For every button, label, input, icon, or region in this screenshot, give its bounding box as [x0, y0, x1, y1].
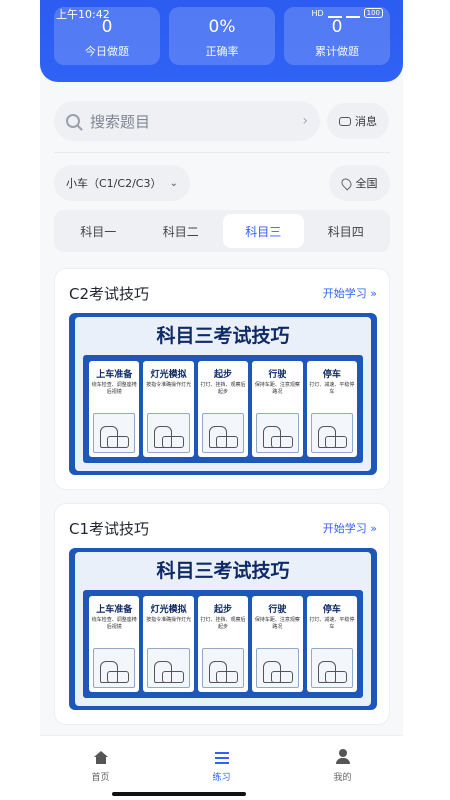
car-type-select[interactable]: 小车（C1/C2/C3） ⌄	[54, 165, 190, 201]
list-icon	[214, 752, 229, 764]
panel-lights: 灯光模拟 按指令准确操作灯光	[143, 596, 194, 692]
panel-start: 起步 打灯、挂挡、观察后起步	[197, 361, 249, 457]
panel-sub: 绕车检查、调整座椅后视镜	[91, 617, 137, 630]
bottom-nav: 首页 练习 我的	[40, 735, 403, 800]
banner-inner: 科目三考试技巧 上车准备 绕车检查、调整座椅后视镜 灯光模拟 按指令准确操作灯光…	[75, 317, 371, 471]
panel-sub: 打灯、减速、平稳停车	[309, 382, 355, 395]
panel-sub: 打灯、挂挡、观察后起步	[200, 617, 246, 630]
panel-head: 停车	[322, 370, 341, 380]
stat-total-label: 累计做题	[315, 45, 359, 58]
search-placeholder: 搜索题目	[90, 112, 151, 131]
panel-head: 灯光模拟	[150, 370, 187, 380]
panel-stop: 停车 打灯、减速、平稳停车	[306, 361, 358, 457]
stat-accuracy-value: 0%	[208, 17, 236, 37]
user-icon	[335, 749, 350, 764]
panel-head: 上车准备	[96, 370, 133, 380]
panel-prepare: 上车准备 绕车检查、调整座椅后视镜	[89, 361, 140, 457]
location-pin-icon	[338, 175, 354, 191]
start-learning-link[interactable]: 开始学习 »	[323, 520, 377, 536]
panel-start: 起步 打灯、挂挡、观察后起步	[197, 596, 249, 692]
home-icon	[93, 751, 108, 764]
panel-head: 上车准备	[96, 605, 133, 615]
driver-illustration	[147, 648, 190, 688]
tips-card-c1: C1考试技巧 开始学习 » 科目三考试技巧 上车准备 绕车检查、调整座椅后视镜 …	[54, 503, 390, 725]
banner-title: 科目三考试技巧	[156, 560, 290, 582]
nav-profile[interactable]: 我的	[282, 736, 403, 800]
home-indicator[interactable]	[112, 792, 246, 796]
stat-accuracy[interactable]: 0% 正确率	[169, 7, 275, 65]
search-input[interactable]: 搜索题目 ›	[54, 101, 320, 141]
panel-head: 起步	[214, 370, 233, 380]
app-screen: 上午10:42 HD 100 0 今日做题 0% 正确率 0 累计做题 搜索题目…	[40, 0, 403, 800]
panel-head: 行驶	[268, 370, 287, 380]
panel-head: 灯光模拟	[150, 605, 187, 615]
car-illustration	[310, 648, 354, 688]
chevron-right-icon: ›	[302, 113, 308, 129]
nav-home-label: 首页	[91, 773, 110, 783]
driver-illustration	[93, 413, 136, 453]
panel-sub: 按指令准确操作灯光	[146, 382, 192, 388]
tab-subject-2[interactable]: 科目二	[141, 214, 222, 248]
panel-sub: 保持车距、注意观察路况	[254, 382, 300, 395]
car-illustration	[201, 648, 245, 688]
car-illustration	[201, 413, 245, 453]
tab-subject-3[interactable]: 科目三	[223, 214, 304, 248]
stat-accuracy-label: 正确率	[205, 45, 239, 58]
tab-subject-4[interactable]: 科目四	[306, 214, 387, 248]
tips-banner[interactable]: 科目三考试技巧 上车准备 绕车检查、调整座椅后视镜 灯光模拟 按指令准确操作灯光…	[69, 548, 377, 710]
panel-sub: 按指令准确操作灯光	[146, 617, 192, 623]
message-label: 消息	[355, 115, 377, 128]
stat-today-value: 0	[101, 17, 113, 37]
panel-head: 行驶	[268, 605, 287, 615]
panel-lights: 灯光模拟 按指令准确操作灯光	[143, 361, 194, 457]
driver-illustration	[147, 413, 190, 453]
tips-card-c2: C2考试技巧 开始学习 » 科目三考试技巧 上车准备 绕车检查、调整座椅后视镜 …	[54, 268, 390, 490]
car-type-label: 小车（C1/C2/C3）	[66, 177, 162, 190]
nav-practice-label: 练习	[212, 773, 231, 783]
road-illustration	[256, 648, 299, 688]
panel-drive: 行驶 保持车距、注意观察路况	[252, 596, 303, 692]
panel-stop: 停车 打灯、减速、平稳停车	[306, 596, 358, 692]
banner-panels: 上车准备 绕车检查、调整座椅后视镜 灯光模拟 按指令准确操作灯光 起步 打灯、挂…	[83, 355, 363, 463]
banner-inner: 科目三考试技巧 上车准备 绕车检查、调整座椅后视镜 灯光模拟 按指令准确操作灯光…	[75, 552, 371, 706]
chevron-down-icon: ⌄	[169, 177, 178, 189]
panel-sub: 打灯、挂挡、观察后起步	[200, 382, 246, 395]
tips-banner[interactable]: 科目三考试技巧 上车准备 绕车检查、调整座椅后视镜 灯光模拟 按指令准确操作灯光…	[69, 313, 377, 475]
region-button[interactable]: 全国	[329, 165, 390, 201]
nav-home[interactable]: 首页	[40, 736, 161, 800]
message-icon	[339, 116, 351, 126]
panel-prepare: 上车准备 绕车检查、调整座椅后视镜	[89, 596, 140, 692]
stats-row: 0 今日做题 0% 正确率 0 累计做题	[54, 7, 390, 65]
driver-illustration	[93, 648, 136, 688]
card-title: C2考试技巧	[69, 285, 150, 303]
divider	[54, 152, 390, 153]
banner-panels: 上车准备 绕车检查、调整座椅后视镜 灯光模拟 按指令准确操作灯光 起步 打灯、挂…	[83, 590, 363, 698]
stat-total[interactable]: 0 累计做题	[284, 7, 390, 65]
subject-tabs: 科目一 科目二 科目三 科目四	[54, 210, 390, 252]
panel-sub: 保持车距、注意观察路况	[254, 617, 300, 630]
region-label: 全国	[355, 177, 378, 190]
nav-profile-label: 我的	[333, 773, 352, 783]
search-icon	[66, 114, 80, 128]
panel-sub: 绕车检查、调整座椅后视镜	[91, 382, 137, 395]
stat-today[interactable]: 0 今日做题	[54, 7, 160, 65]
stats-header: 上午10:42 HD 100 0 今日做题 0% 正确率 0 累计做题	[40, 0, 403, 82]
panel-head: 停车	[322, 605, 341, 615]
panel-drive: 行驶 保持车距、注意观察路况	[252, 361, 303, 457]
tab-subject-1[interactable]: 科目一	[58, 214, 139, 248]
message-button[interactable]: 消息	[327, 103, 389, 139]
start-learning-link[interactable]: 开始学习 »	[323, 285, 377, 301]
car-illustration	[310, 413, 354, 453]
card-title: C1考试技巧	[69, 520, 150, 538]
road-illustration	[256, 413, 299, 453]
panel-sub: 打灯、减速、平稳停车	[309, 617, 355, 630]
stat-total-value: 0	[331, 17, 343, 37]
stat-today-label: 今日做题	[85, 45, 129, 58]
banner-title: 科目三考试技巧	[156, 325, 290, 347]
panel-head: 起步	[214, 605, 233, 615]
nav-practice[interactable]: 练习	[161, 736, 282, 800]
